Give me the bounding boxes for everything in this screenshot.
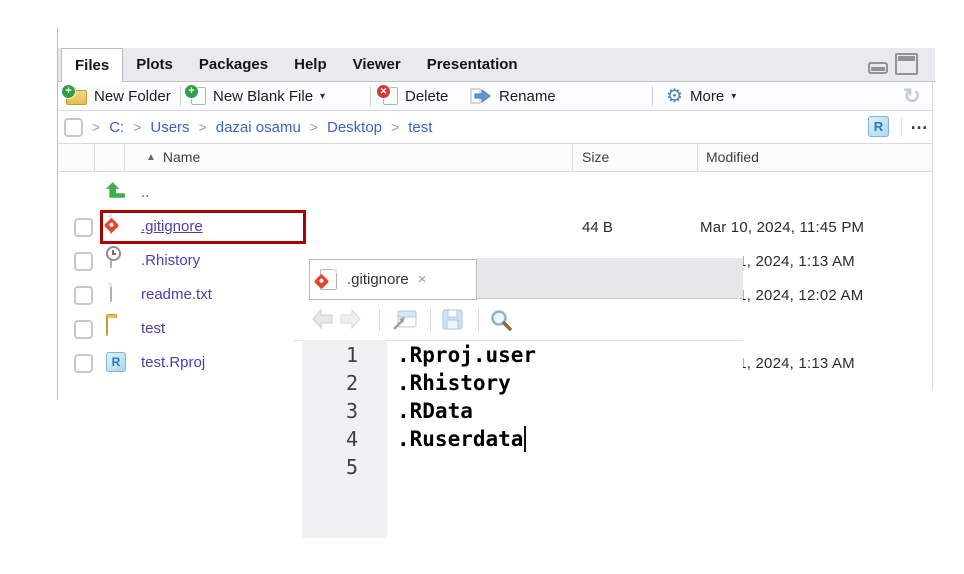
more-label: More — [690, 88, 724, 105]
row-checkbox[interactable] — [74, 320, 93, 339]
highlight-box — [100, 210, 306, 244]
code-line: 2 .Rhistory — [293, 369, 743, 397]
x-badge-icon: ✕ — [376, 84, 391, 99]
separator — [379, 309, 380, 331]
folder-icon — [106, 318, 130, 340]
new-blank-file-button[interactable]: + New Blank File ▾ — [191, 82, 325, 110]
column-divider — [572, 144, 573, 171]
rename-icon — [470, 87, 492, 105]
file-link[interactable]: .Rhistory — [141, 252, 200, 269]
plus-badge-icon: + — [61, 84, 76, 99]
row-checkbox[interactable] — [74, 354, 93, 373]
rproject-icon[interactable]: R — [868, 116, 889, 137]
rename-button[interactable]: Rename — [470, 82, 556, 110]
separator — [652, 86, 653, 106]
tab-plots[interactable]: Plots — [123, 48, 186, 81]
chevron-down-icon: ▾ — [320, 91, 325, 102]
separator — [370, 86, 371, 106]
new-blank-file-label: New Blank File — [213, 88, 313, 105]
back-button[interactable] — [310, 308, 336, 335]
parent-dir-row: .. — [58, 176, 932, 210]
maximize-icon[interactable] — [895, 53, 918, 75]
delete-icon: ✕ — [383, 87, 398, 105]
minimize-icon[interactable] — [868, 62, 888, 74]
column-divider — [697, 144, 698, 171]
gear-icon: ⚙ — [666, 87, 683, 106]
chevron-down-icon: ▾ — [731, 91, 736, 102]
more-button[interactable]: ⚙ More ▾ — [666, 82, 736, 110]
delete-label: Delete — [405, 88, 448, 105]
breadcrumb-item-test[interactable]: test — [408, 119, 432, 136]
separator — [901, 117, 902, 137]
breadcrumb-item-desktop[interactable]: Desktop — [327, 119, 382, 136]
editor-tab-strip — [476, 258, 743, 299]
open-in-new-window-button[interactable] — [390, 308, 418, 337]
code-line: 3 .RData — [293, 397, 743, 425]
tab-help[interactable]: Help — [281, 48, 340, 81]
select-all-checkbox[interactable] — [64, 118, 83, 137]
column-header-name[interactable]: ▲ Name — [146, 149, 200, 165]
plus-badge-icon: + — [184, 84, 199, 99]
page: Files Plots Packages Help Viewer Present… — [0, 0, 964, 574]
new-file-icon: + — [191, 87, 206, 105]
chevron-right-icon: > — [92, 119, 100, 135]
delete-button[interactable]: ✕ Delete — [383, 82, 448, 110]
rhistory-file-icon — [106, 250, 130, 272]
separator — [478, 309, 479, 331]
row-checkbox[interactable] — [74, 218, 93, 237]
sort-ascending-icon: ▲ — [146, 152, 156, 163]
close-icon[interactable]: × — [418, 271, 427, 288]
ellipsis-button[interactable]: … — [910, 113, 929, 134]
chevron-right-icon: > — [199, 119, 207, 135]
tab-files[interactable]: Files — [61, 48, 123, 82]
breadcrumb-item-users[interactable]: Users — [150, 119, 189, 136]
chevron-right-icon: > — [310, 119, 318, 135]
file-link[interactable]: readme.txt — [141, 286, 212, 303]
up-dir-icon[interactable] — [106, 182, 130, 204]
file-link[interactable]: test — [141, 320, 165, 337]
separator — [430, 309, 431, 331]
row-checkbox[interactable] — [74, 286, 93, 305]
column-divider — [124, 144, 125, 171]
files-toolbar: + New Folder + New Blank File ▾ ✕ Delete… — [58, 82, 932, 111]
row-checkbox[interactable] — [74, 252, 93, 271]
text-cursor — [524, 426, 526, 452]
separator — [180, 86, 181, 106]
code-line: 5 — [293, 453, 743, 481]
file-link[interactable]: test.Rproj — [141, 354, 205, 371]
editor-tab-gitignore[interactable]: .gitignore × — [309, 259, 477, 300]
breadcrumb-item-dazai-osamu[interactable]: dazai osamu — [216, 119, 301, 136]
pane-tab-bar: Files Plots Packages Help Viewer Present… — [58, 48, 935, 82]
code-line: 1 .Rproj.user — [293, 341, 743, 369]
pane-right-border — [932, 48, 933, 390]
breadcrumb-item-c[interactable]: C: — [109, 119, 124, 136]
tab-presentation[interactable]: Presentation — [414, 48, 531, 81]
text-file-icon — [106, 284, 130, 306]
chevron-right-icon: > — [133, 119, 141, 135]
breadcrumb-bar: > C: > Users > dazai osamu > Desktop > t… — [58, 111, 932, 144]
breadcrumb: > C: > Users > dazai osamu > Desktop > t… — [64, 111, 432, 143]
tab-packages[interactable]: Packages — [186, 48, 281, 81]
forward-button[interactable] — [338, 308, 364, 335]
new-folder-button[interactable]: + New Folder — [66, 82, 171, 110]
editor-tab-label: .gitignore — [347, 271, 409, 288]
new-folder-label: New Folder — [94, 88, 171, 105]
column-header-modified[interactable]: Modified — [706, 149, 759, 165]
chevron-right-icon: > — [391, 119, 399, 135]
rename-label: Rename — [499, 88, 556, 105]
tab-viewer[interactable]: Viewer — [340, 48, 414, 81]
column-header-size[interactable]: Size — [582, 149, 609, 165]
gitignore-file-icon — [320, 269, 337, 290]
editor-toolbar — [293, 300, 743, 341]
file-link[interactable]: .. — [141, 184, 149, 201]
new-folder-icon: + — [66, 90, 87, 105]
rproj-file-icon: R — [106, 352, 130, 374]
save-button[interactable] — [441, 308, 465, 337]
code-line: 4 .Ruserdata — [293, 425, 743, 453]
source-editor-window: .gitignore × — [293, 253, 743, 538]
refresh-icon[interactable]: ↻ — [903, 84, 921, 109]
search-icon[interactable] — [489, 308, 515, 339]
file-table-header: ▲ Name Size Modified — [58, 144, 932, 172]
column-divider — [94, 144, 95, 171]
